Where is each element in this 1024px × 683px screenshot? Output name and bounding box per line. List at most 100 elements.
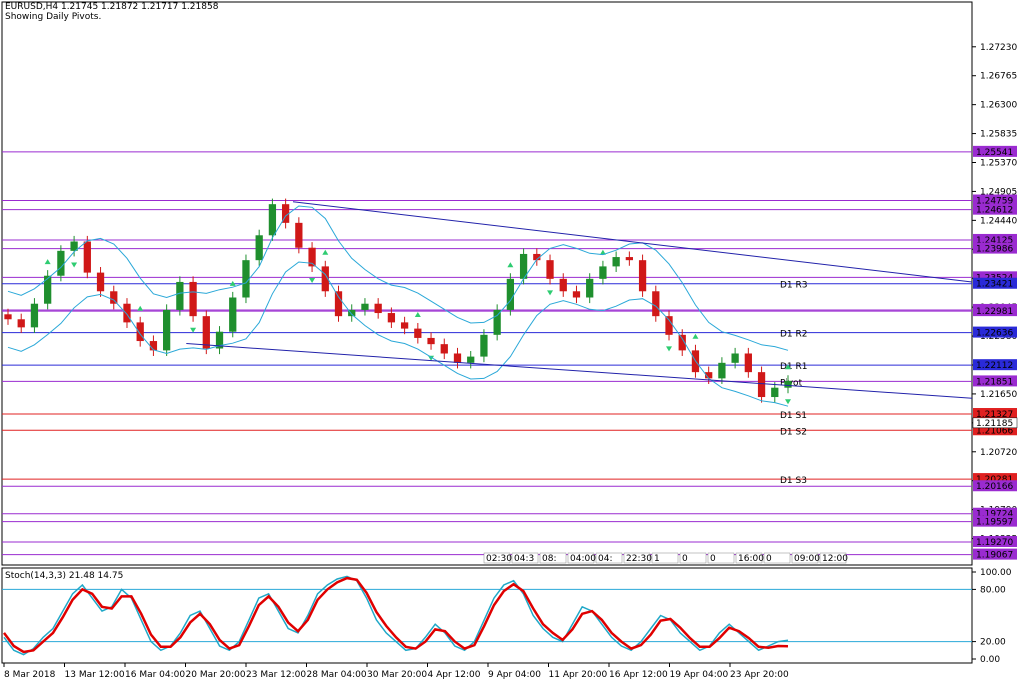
candle-body [202,316,210,349]
fractal-down-marker [785,399,791,405]
pivot-price-label: 1.22981 [976,307,1013,317]
session-label: 04: [598,554,612,564]
current-price-label: 1.21185 [976,419,1013,429]
fractal-up-marker [322,249,329,255]
session-label: 0 [766,554,772,564]
candle-body [57,250,65,276]
candle-body [268,204,277,236]
candle-body [374,303,382,314]
candle-body [361,303,369,310]
y-tick-label: 1.24440 [980,216,1017,226]
fractal-down-marker [666,346,673,352]
candle-body [242,260,250,298]
fractal-down-marker [71,262,78,268]
candle-body [149,341,158,351]
session-label: 0 [682,554,688,564]
session-label: 0 [710,554,716,564]
candle-body [493,309,501,335]
pivot-level-label: D1 R3 [780,281,808,291]
x-tick-label: 9 Apr 04:00 [488,670,541,680]
pivot-price-label: 1.22636 [976,329,1013,339]
candle-body [612,257,620,267]
price-chart[interactable]: 1.272301.267651.263001.258351.253701.249… [0,0,1024,683]
stoch-tick-label: 20.00 [980,638,1006,648]
candle-body [176,281,184,310]
pivot-level-label: D1 S3 [780,476,807,486]
pivot-level-label: D1 R1 [780,362,808,372]
candle-body [599,266,607,279]
y-tick-label: 1.25370 [980,159,1017,169]
pivot-price-label: 1.22112 [976,361,1013,371]
fractal-up-marker [692,333,699,339]
candle-body [638,260,647,292]
x-tick-label: 28 Mar 04:00 [307,670,367,680]
pivot-price-label: 1.23421 [976,280,1013,290]
pivot-level-label: D1 S2 [780,427,807,437]
pivot-price-label: 1.23986 [976,245,1013,255]
stoch-title: Stoch(14,3,3) 21.48 14.75 [5,571,123,581]
candle-body [546,260,554,279]
stoch-tick-label: 0.00 [980,655,1000,665]
pivot-price-label: 1.19270 [976,538,1013,548]
candle-body [123,303,131,323]
session-label: 1 [654,554,660,564]
session-label: 16:00 [738,554,764,564]
candle-body [718,362,726,379]
pivot-price-label: 1.21851 [976,377,1013,387]
y-tick-label: 1.26300 [980,101,1017,111]
fractal-up-marker [137,305,144,311]
fractal-down-marker [309,277,316,283]
candle-body [136,322,144,342]
candle-body [96,272,105,292]
x-tick-label: 30 Mar 20:00 [367,670,427,680]
session-label: 22:30 [626,554,652,564]
stoch-tick-label: 100.00 [980,568,1012,578]
candle-body [255,235,263,261]
trendline [292,201,973,283]
candle-body [17,319,25,328]
y-tick-label: 1.25835 [980,130,1017,140]
candle-body [83,241,91,273]
x-tick-label: 23 Apr 20:00 [730,670,789,680]
x-tick-label: 23 Mar 12:00 [246,670,306,680]
candle-body [467,356,475,363]
candle-body [427,337,435,345]
candle-body [572,291,581,298]
trendline [186,343,973,399]
candle-body [757,372,766,398]
candle-body [731,353,739,363]
x-tick-label: 8 Mar 2018 [4,670,56,680]
session-label: 04:00 [570,554,596,564]
candle-body [4,314,12,320]
y-tick-label: 1.26765 [980,72,1017,82]
candle-body [559,278,567,292]
stoch-main-line [3,575,789,656]
candle-body [440,344,448,354]
x-tick-label: 16 Apr 12:00 [609,670,668,680]
x-tick-label: 20 Mar 20:00 [186,670,246,680]
pivot-price-label: 1.19597 [976,518,1013,528]
candle-body [400,322,409,329]
candle-body [625,257,633,261]
candle-body [229,297,237,332]
pivot-level-label: D1 S1 [780,411,807,421]
candle-body [163,309,171,351]
pivot-level-label: D1 R2 [780,330,808,340]
y-tick-label: 1.21650 [980,390,1017,400]
session-label: 12:00 [822,554,848,564]
session-label: 08: [542,554,556,564]
x-tick-label: 11 Apr 20:00 [549,670,608,680]
candle-body [784,380,792,388]
session-label: 02:30 [486,554,512,564]
candle-body [586,278,594,298]
candle-body [453,353,462,363]
candle-body [30,303,39,328]
fractal-up-marker [44,259,51,265]
candle-body [414,328,422,338]
candle-body [110,291,118,304]
pivot-price-label: 1.25541 [976,148,1013,158]
x-tick-label: 16 Mar 04:00 [125,670,185,680]
candle-body [506,278,515,310]
candle-body [744,353,752,373]
fractal-up-marker [507,262,514,268]
